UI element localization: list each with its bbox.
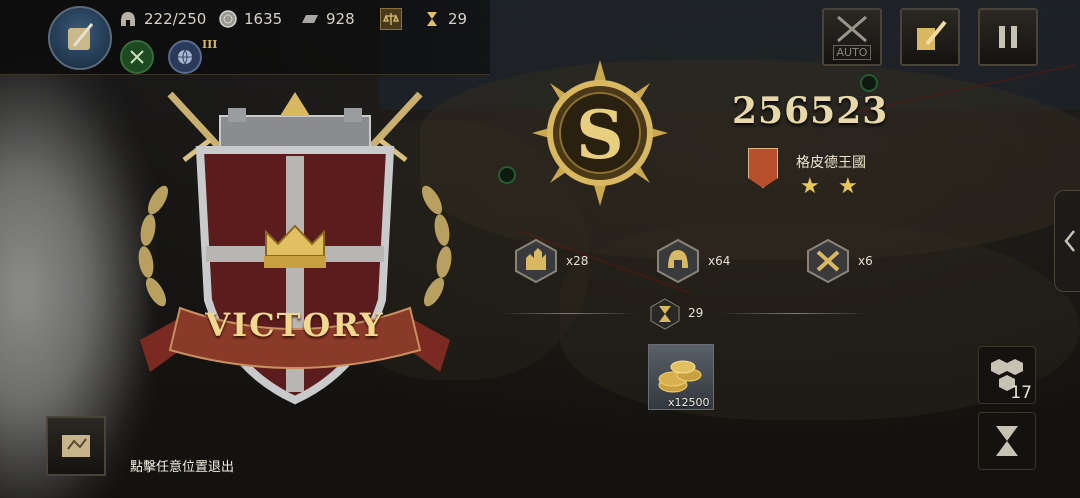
stat-cities: x28	[514, 238, 588, 284]
iron-resource: 928	[300, 8, 355, 30]
iron-ingot-icon	[300, 9, 320, 29]
divider-right	[720, 313, 870, 314]
victory-emblem	[138, 91, 452, 405]
star-icon: ★	[838, 174, 858, 199]
map-scroll-icon	[62, 435, 90, 457]
manpower-resource: 222/250	[118, 8, 206, 30]
svg-text:S: S	[576, 96, 624, 174]
stat-soldiers-value: x64	[708, 254, 731, 268]
auto-battle-button[interactable]: AUTO	[822, 8, 882, 66]
silver-resource: 1635	[218, 8, 282, 30]
manpower-value: 222/250	[144, 10, 207, 28]
quill-scroll-icon	[917, 20, 947, 50]
territory-count: 17	[1010, 383, 1032, 403]
divider-left	[500, 313, 638, 314]
hourglass-icon	[650, 298, 680, 330]
silver-value: 1635	[244, 10, 283, 28]
crossed-swords-icon	[806, 238, 850, 284]
silver-coin-icon	[218, 9, 238, 29]
reward-amount: x12500	[668, 396, 710, 409]
nation-panel: 格皮德王國 ★ ★	[748, 142, 888, 202]
stat-cities-value: x28	[566, 254, 589, 268]
star-icon: ★	[800, 174, 820, 199]
scroll-quill-icon	[68, 23, 94, 50]
stat-soldiers: x64	[656, 238, 730, 284]
end-turn-button[interactable]	[978, 412, 1036, 470]
turn-counter: 29	[422, 8, 467, 30]
city-icon	[514, 238, 558, 284]
justice-resource	[380, 8, 402, 30]
crossed-tools-icon	[130, 50, 144, 64]
auto-label: AUTO	[832, 44, 872, 60]
ruler-avatar[interactable]	[48, 6, 112, 70]
stat-battles-value: x6	[858, 254, 873, 268]
helmet-icon	[118, 9, 138, 29]
hourglass-icon	[996, 426, 1018, 456]
iron-value: 928	[326, 10, 355, 28]
hourglass-icon	[422, 9, 442, 29]
crossed-swords-icon	[837, 15, 867, 42]
turn-value: 29	[448, 10, 468, 28]
rank-s-badge: S	[532, 60, 668, 206]
victory-text: VICTORY	[205, 306, 385, 344]
turns-hex	[650, 298, 680, 334]
battle-result-screen[interactable]: 222/250 1635 928 29 III AUTO VICTORY S 2…	[0, 0, 1080, 498]
nation-flag-icon	[748, 148, 778, 188]
globe-icon	[178, 49, 192, 66]
nation-name: 格皮德王國	[796, 155, 866, 171]
turns-value: 29	[688, 306, 704, 320]
edict-button[interactable]	[900, 8, 960, 66]
helmet-icon	[656, 238, 700, 284]
chevron-left-icon	[1064, 230, 1075, 252]
tech-badge[interactable]	[168, 40, 202, 74]
side-panel-toggle[interactable]	[1054, 190, 1080, 292]
exit-hint: 點擊任意位置退出	[130, 460, 235, 475]
stat-battles: x6	[806, 238, 873, 284]
pause-icon	[999, 26, 1017, 48]
top-hud: 222/250 1635 928 29 III	[0, 0, 490, 75]
tech-tier: III	[202, 38, 218, 51]
battle-score: 256523	[732, 90, 889, 132]
territory-button[interactable]: 17	[978, 346, 1036, 404]
map-button[interactable]	[46, 416, 106, 476]
pause-button[interactable]	[978, 8, 1038, 66]
scales-icon	[380, 8, 402, 30]
policy-badge[interactable]	[120, 40, 154, 74]
